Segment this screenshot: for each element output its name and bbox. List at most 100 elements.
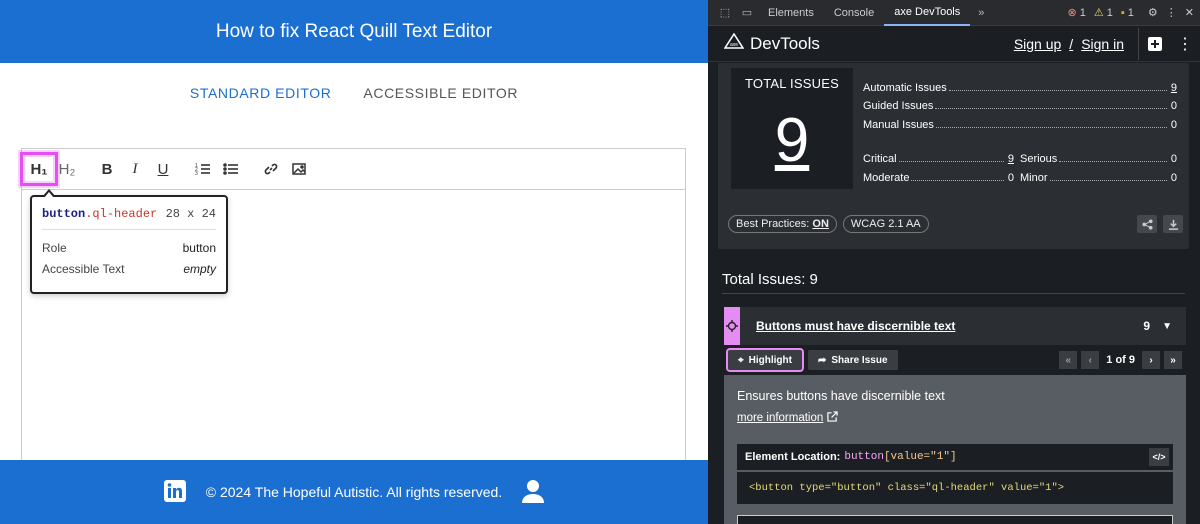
site-header: How to fix React Quill Text Editor: [0, 0, 708, 63]
total-issues-count[interactable]: 9: [731, 105, 853, 176]
issue-description-block: Ensures buttons have discernible text mo…: [724, 375, 1186, 425]
best-practices-toggle[interactable]: Best Practices: ON: [728, 215, 837, 233]
stat-automatic: Automatic Issues 9: [863, 81, 1177, 94]
bullet-list-icon[interactable]: [217, 157, 245, 181]
footer-copyright: © 2024 The Hopeful Autistic. All rights …: [205, 484, 503, 500]
tab-elements[interactable]: Elements: [758, 0, 824, 26]
tooltip-class: .ql-header: [85, 207, 158, 221]
divider: [722, 293, 1185, 294]
total-issues-heading: Total Issues: 9: [722, 271, 818, 288]
last-page-icon[interactable]: »: [1164, 351, 1182, 369]
issue-stats: Automatic Issues 9 Guided Issues 0 Manual …: [863, 75, 1177, 184]
first-page-icon[interactable]: «: [1059, 351, 1078, 369]
wcag-standard-pill[interactable]: WCAG 2.1 AA: [842, 215, 929, 233]
total-issues-box: TOTAL ISSUES 9: [731, 68, 853, 189]
stat-guided: Guided Issues 0: [863, 100, 1177, 112]
tooltip-text-value: empty: [183, 262, 216, 276]
tooltip-size: 28 x 24: [165, 207, 216, 221]
inspect-element-icon[interactable]: ⬚: [714, 6, 736, 19]
italic-button[interactable]: I: [121, 157, 149, 181]
editor-toolbar: H₁ H₂ B I U 123: [20, 149, 685, 190]
tooltip-role-row: Role button: [42, 238, 216, 259]
highlight-button[interactable]: ⌖ Highlight: [726, 348, 804, 372]
issue-pager: « ‹ 1 of 9 › »: [1059, 351, 1182, 369]
link-icon[interactable]: [257, 157, 285, 181]
external-link-icon: [827, 411, 838, 425]
element-location-selector[interactable]: button[value="1"]: [844, 451, 956, 463]
scan-settings: Best Practices: ON WCAG 2.1 AA: [728, 215, 929, 233]
webpage: How to fix React Quill Text Editor STAND…: [0, 0, 708, 524]
device-toolbar-icon[interactable]: ▭: [736, 6, 758, 19]
code-toggle-icon[interactable]: </>: [1149, 448, 1169, 466]
summary-actions: [1137, 215, 1183, 233]
header-1-button[interactable]: H₁: [20, 152, 58, 186]
axe-logo-icon: axe: [723, 32, 745, 54]
more-tabs-icon[interactable]: »: [970, 7, 992, 19]
issue-count: 9: [1143, 319, 1151, 333]
stat-moderate: 0: [1007, 171, 1014, 184]
warnings-badge[interactable]: ⚠ 1: [1094, 6, 1113, 19]
issues-badge[interactable]: ▪ 1: [1121, 7, 1134, 19]
share-issue-button[interactable]: ➦ Share Issue: [807, 350, 898, 370]
share-icon[interactable]: [1137, 215, 1157, 233]
svg-text:axe: axe: [730, 42, 738, 48]
tab-axe-devtools[interactable]: axe DevTools: [884, 0, 971, 26]
devtools-panel: ⬚ ▭ Elements Console axe DevTools » ⊗ 1 ⚠…: [708, 0, 1200, 524]
tooltip-selector: button.ql-header 28 x 24: [42, 207, 216, 230]
stat-serious: 0: [1170, 153, 1177, 165]
tooltip-tag: button: [42, 207, 86, 221]
axe-menu-icon[interactable]: ⋮: [1170, 34, 1200, 54]
tooltip-text-label: Accessible Text: [42, 262, 125, 276]
summary-panel: TOTAL ISSUES 9 Automatic Issues 9 Guided …: [718, 63, 1189, 249]
stat-critical[interactable]: 9: [1006, 153, 1014, 165]
devtools-menu-icon[interactable]: ⋮: [1166, 6, 1177, 19]
site-footer: © 2024 The Hopeful Autistic. All rights …: [0, 460, 708, 524]
next-page-icon[interactable]: ›: [1142, 351, 1160, 369]
tooltip-text-row: Accessible Text empty: [42, 259, 216, 280]
highlight-target-icon[interactable]: [724, 307, 740, 345]
axe-header: axe DevTools Sign up / Sign in ⋮: [708, 26, 1200, 62]
tooltip-role-value: button: [182, 241, 216, 255]
new-scan-icon[interactable]: [1138, 27, 1170, 60]
close-devtools-icon[interactable]: ✕: [1185, 6, 1194, 19]
editor-tabs: STANDARD EDITOR ACCESSIBLE EDITOR: [0, 85, 708, 101]
underline-button[interactable]: U: [149, 157, 177, 181]
issue-card: Buttons must have discernible text 9 ▼ ⌖…: [724, 307, 1186, 524]
issue-description: Ensures buttons have discernible text: [737, 389, 945, 403]
element-source: <button type="button" class="ql-header" …: [737, 472, 1173, 504]
inspect-tooltip: button.ql-header 28 x 24 Role button Acc…: [30, 189, 228, 294]
stat-minor: 0: [1170, 171, 1177, 184]
crosshair-icon: ⌖: [738, 354, 744, 366]
share-arrow-icon: ➦: [817, 354, 827, 366]
sign-in-link[interactable]: Sign in: [1081, 36, 1124, 52]
ordered-list-icon[interactable]: 123: [189, 157, 217, 181]
devtools-status: ⊗ 1 ⚠ 1 ▪ 1 ⚙ ⋮ ✕: [1068, 6, 1200, 20]
total-issues-label: TOTAL ISSUES: [745, 76, 839, 91]
header-2-button[interactable]: H₂: [53, 157, 81, 181]
more-info-link[interactable]: more information: [737, 411, 1173, 425]
errors-badge[interactable]: ⊗ 1: [1068, 6, 1086, 19]
tooltip-role-label: Role: [42, 241, 67, 255]
bold-button[interactable]: B: [93, 157, 121, 181]
download-icon[interactable]: [1163, 215, 1183, 233]
user-icon[interactable]: [522, 479, 545, 506]
axe-brand-name: DevTools: [750, 33, 820, 53]
tab-console[interactable]: Console: [824, 0, 884, 26]
issue-rule-title[interactable]: Buttons must have discernible text: [756, 319, 955, 333]
sign-up-link[interactable]: Sign up: [1014, 36, 1061, 52]
linkedin-icon[interactable]: [163, 479, 186, 505]
account-separator: /: [1069, 35, 1074, 52]
element-location-label: Element Location:: [745, 451, 841, 463]
element-location: Element Location: button[value="1"] </>: [737, 444, 1173, 470]
chevron-down-icon[interactable]: ▼: [1162, 321, 1172, 332]
prev-page-icon[interactable]: ‹: [1081, 351, 1100, 369]
devtools-tabbar: ⬚ ▭ Elements Console axe DevTools » ⊗ 1 ⚠…: [708, 0, 1200, 26]
tab-accessible-editor[interactable]: ACCESSIBLE EDITOR: [363, 85, 518, 101]
stat-severity-row-2: Moderate 0 Minor 0: [863, 171, 1177, 184]
settings-gear-icon[interactable]: ⚙: [1142, 6, 1158, 19]
issue-header[interactable]: Buttons must have discernible text 9 ▼: [724, 307, 1186, 345]
issue-controls: ⌖ Highlight ➦ Share Issue « ‹ 1 of 9 › »: [724, 345, 1186, 375]
account-links: Sign up / Sign in: [1014, 36, 1124, 52]
tab-standard-editor[interactable]: STANDARD EDITOR: [190, 85, 332, 101]
image-icon[interactable]: [285, 157, 313, 181]
